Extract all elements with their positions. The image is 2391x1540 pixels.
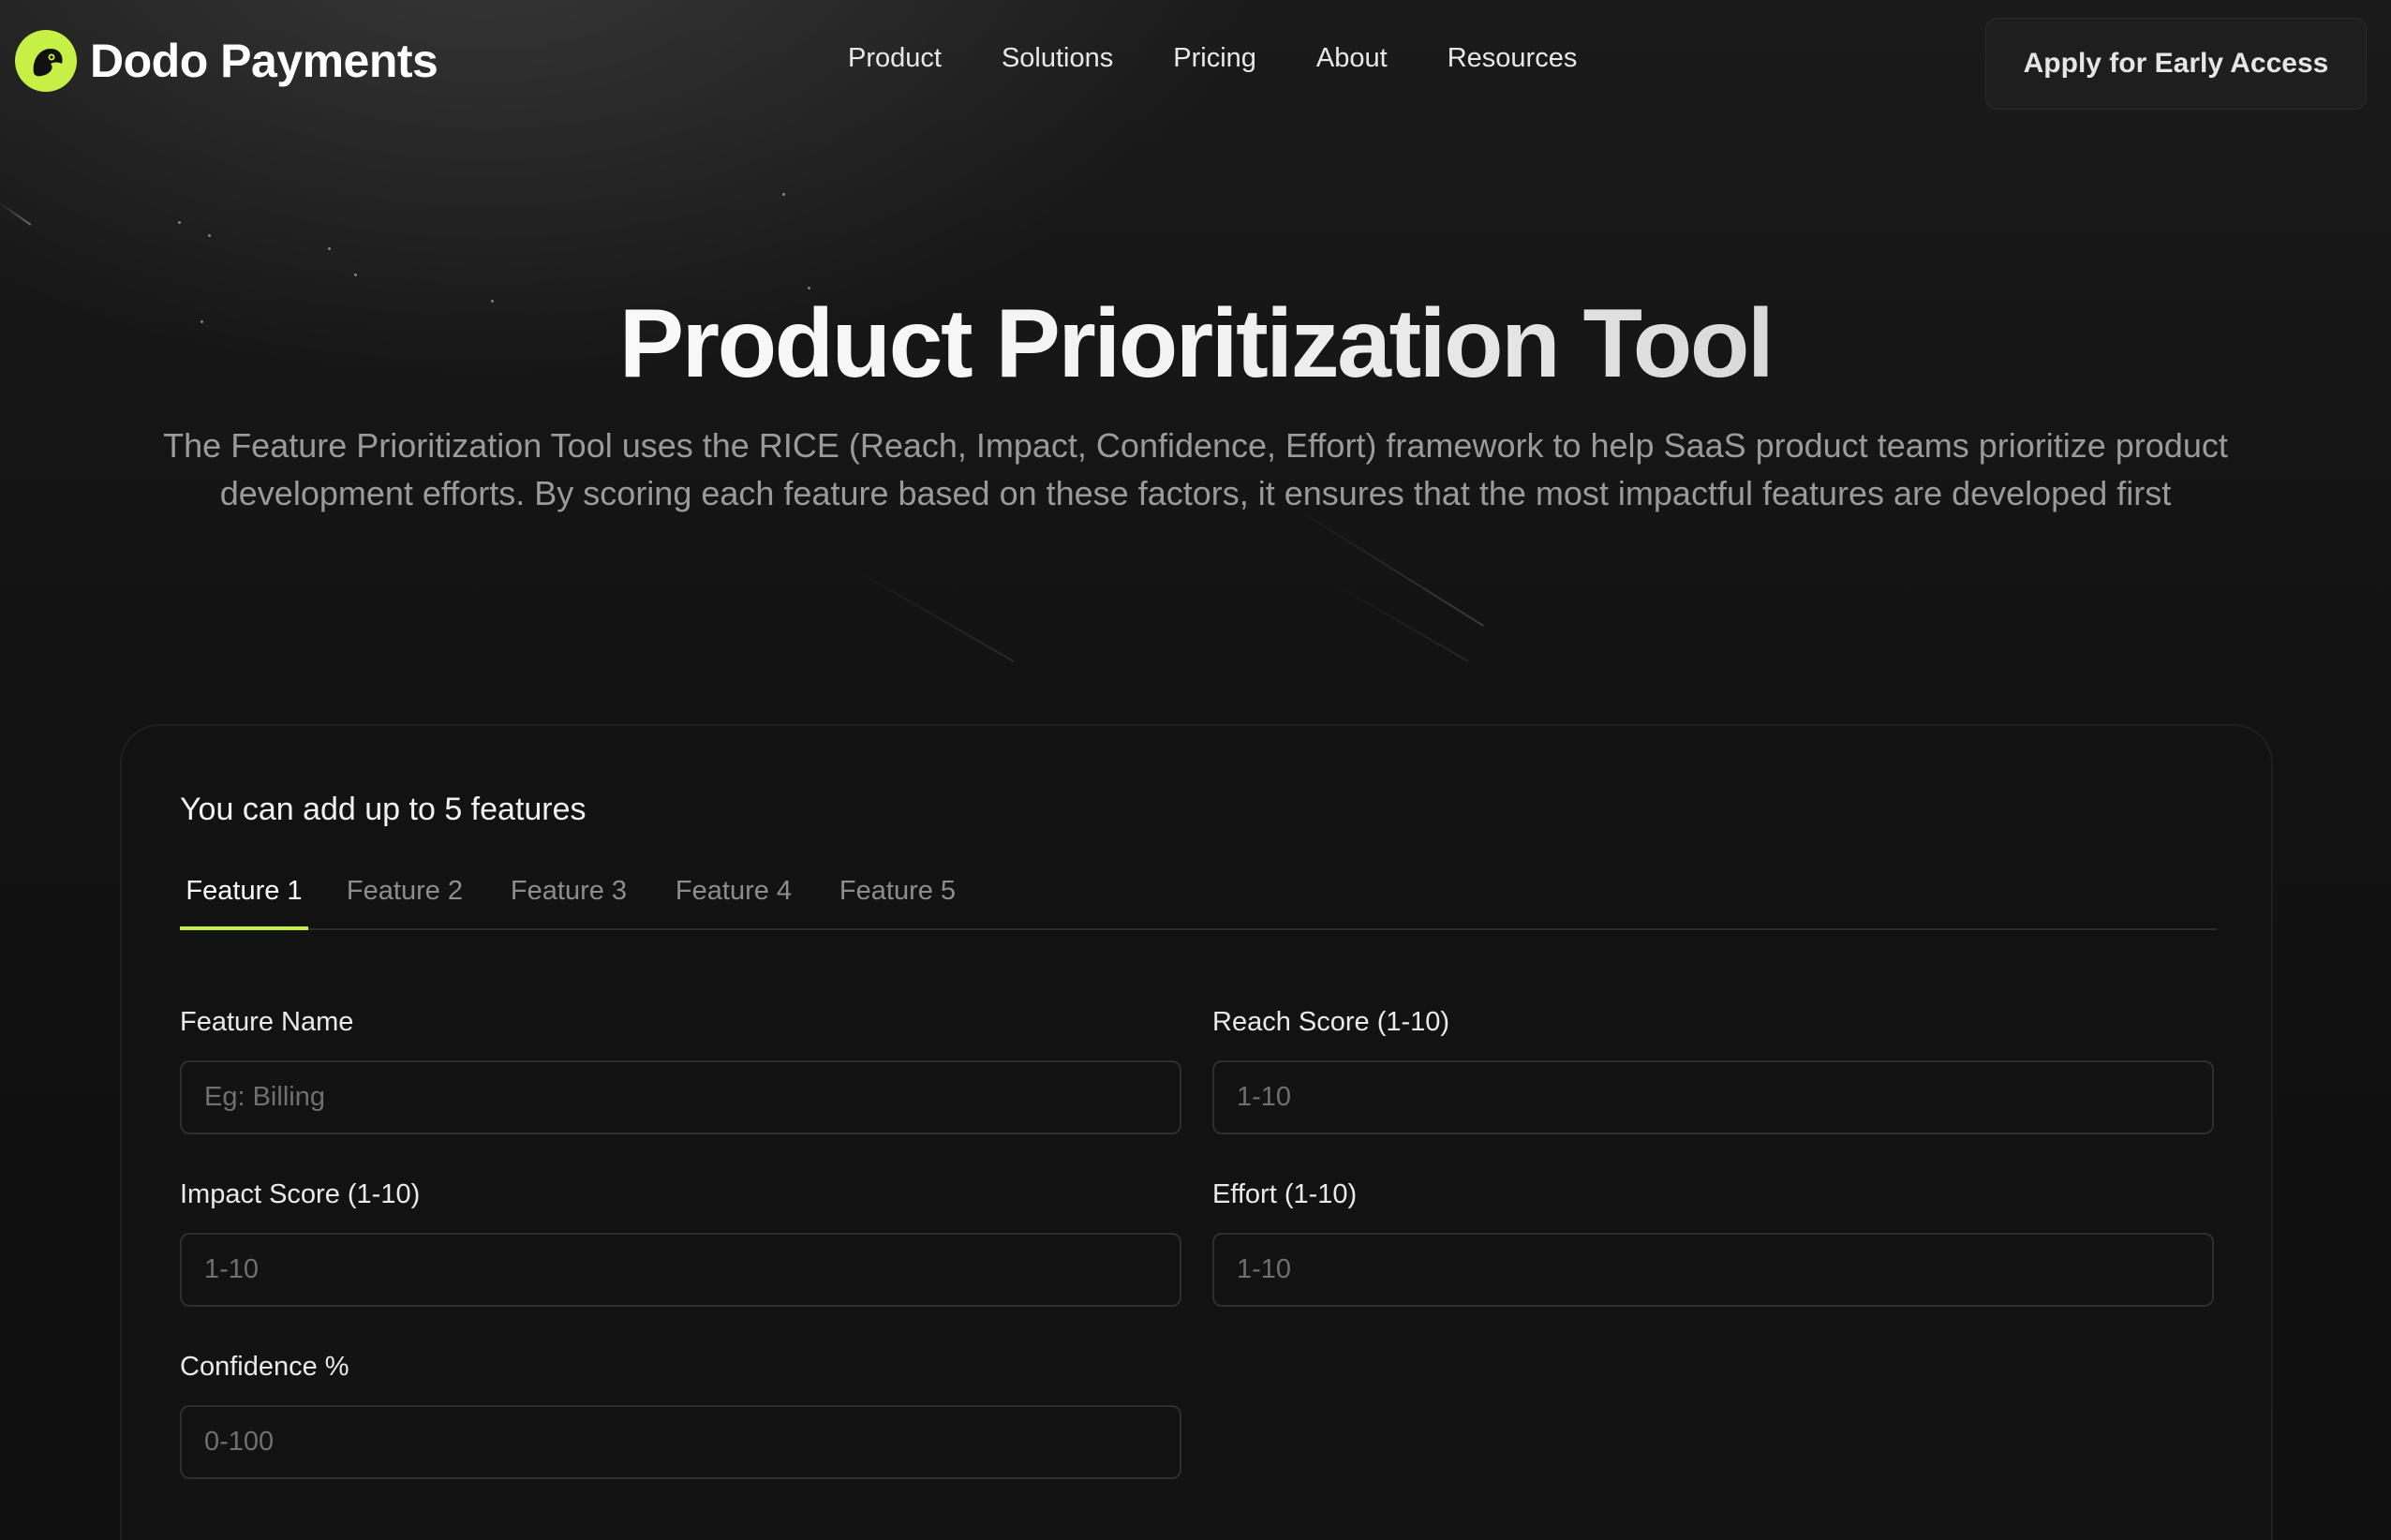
background-streak xyxy=(1292,506,1485,628)
feature-name-label: Feature Name xyxy=(180,1007,354,1037)
brand-logo-link[interactable]: Dodo Payments xyxy=(15,30,438,92)
nav-links: Product Solutions Pricing About Resource… xyxy=(848,43,1577,74)
background-streak xyxy=(842,562,1015,662)
page-description: The Feature Prioritization Tool uses the… xyxy=(163,426,2228,512)
tab-feature-4[interactable]: Feature 4 xyxy=(673,876,795,930)
feature-name-input[interactable] xyxy=(180,1060,1181,1134)
confidence-label: Confidence % xyxy=(180,1352,349,1382)
brand-name: Dodo Payments xyxy=(90,35,438,87)
background-streak xyxy=(1329,581,1469,662)
background-streak xyxy=(0,202,32,226)
effort-label: Effort (1-10) xyxy=(1212,1179,1358,1209)
reach-score-label: Reach Score (1-10) xyxy=(1212,1007,1450,1037)
background-star xyxy=(782,193,785,196)
top-navigation: Dodo Payments Product Solutions Pricing … xyxy=(0,0,2391,127)
nav-link-product[interactable]: Product xyxy=(848,43,942,74)
dodo-bird-icon xyxy=(15,30,77,92)
feature-tabs: Feature 1 Feature 2 Feature 3 Feature 4 … xyxy=(180,876,2217,930)
confidence-input[interactable] xyxy=(180,1405,1181,1479)
nav-link-solutions[interactable]: Solutions xyxy=(1002,43,1113,74)
impact-score-input[interactable] xyxy=(180,1233,1181,1307)
background-star xyxy=(178,221,181,224)
page-title: Product Prioritization Tool xyxy=(0,289,2391,400)
page: Dodo Payments Product Solutions Pricing … xyxy=(0,0,2391,1540)
background-star xyxy=(208,234,211,237)
background-star xyxy=(354,274,357,276)
nav-link-about[interactable]: About xyxy=(1316,43,1388,74)
impact-score-label: Impact Score (1-10) xyxy=(180,1179,421,1209)
tab-feature-2[interactable]: Feature 2 xyxy=(344,876,466,930)
tab-feature-3[interactable]: Feature 3 xyxy=(508,876,630,930)
nav-link-pricing[interactable]: Pricing xyxy=(1173,43,1256,74)
tab-feature-5[interactable]: Feature 5 xyxy=(837,876,958,930)
nav-link-resources[interactable]: Resources xyxy=(1448,43,1578,74)
reach-score-input[interactable] xyxy=(1212,1060,2214,1134)
tab-feature-1[interactable]: Feature 1 xyxy=(180,876,308,930)
apply-early-access-button[interactable]: Apply for Early Access xyxy=(1985,18,2367,110)
background-star xyxy=(328,247,331,250)
form-heading: You can add up to 5 features xyxy=(180,792,587,827)
feature-form-card: You can add up to 5 features Feature 1 F… xyxy=(120,724,2273,1540)
effort-input[interactable] xyxy=(1212,1233,2214,1307)
